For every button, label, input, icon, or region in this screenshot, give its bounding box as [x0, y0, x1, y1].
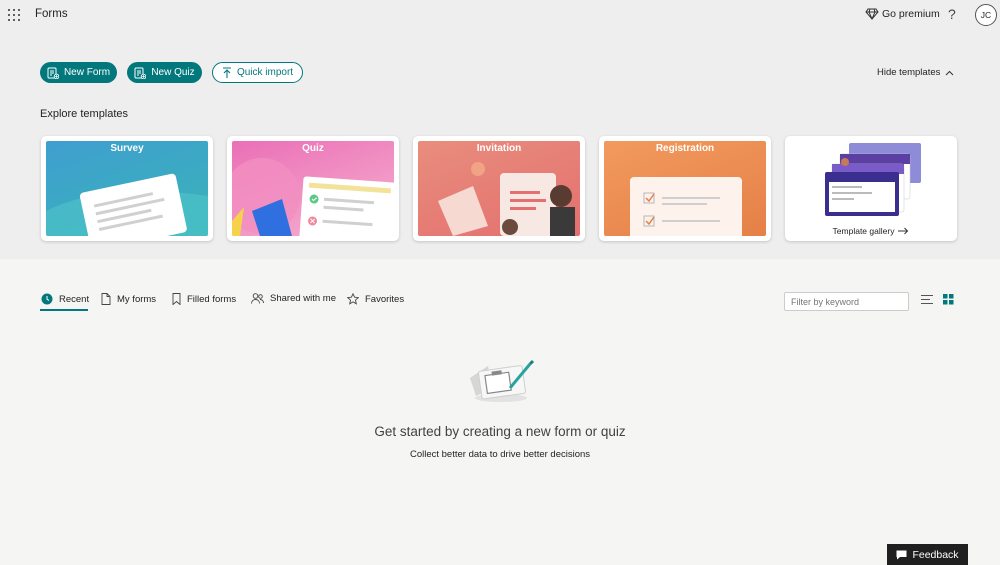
new-form-label: New Form [63, 67, 111, 78]
template-card-registration[interactable]: Registration [599, 136, 771, 241]
new-form-button[interactable]: New Form [40, 62, 117, 83]
template-gallery-illustration [825, 143, 921, 216]
tab-label: Shared with me [270, 293, 337, 304]
tab-label: Filled forms [187, 293, 237, 305]
explore-templates-heading: Explore templates [40, 108, 129, 120]
go-premium-button[interactable]: Go premium [865, 8, 940, 20]
template-card-label: Invitation [476, 143, 522, 154]
registration-illustration [604, 141, 766, 236]
tab-favorites[interactable]: Favorites [347, 293, 404, 305]
new-form-icon [47, 67, 59, 79]
template-gallery-card[interactable]: Template gallery [785, 136, 957, 241]
quick-import-label: Quick import [236, 67, 294, 78]
go-premium-label: Go premium [882, 8, 940, 20]
app-title: Forms [35, 8, 68, 20]
comment-icon [896, 550, 907, 559]
new-quiz-label: New Quiz [151, 67, 195, 78]
empty-state-subtitle: Collect better data to drive better deci… [409, 449, 591, 460]
selected-tab-indicator [40, 309, 88, 311]
new-quiz-icon [134, 67, 147, 79]
tab-label: My forms [117, 293, 157, 305]
feedback-label: Feedback [912, 548, 959, 561]
diamond-icon [865, 8, 879, 20]
document-icon [101, 293, 111, 305]
template-card-label: Survey [110, 143, 144, 154]
template-card-survey[interactable]: Survey [41, 136, 213, 241]
template-card-label: Registration [655, 143, 715, 154]
template-card-invitation[interactable]: Invitation [413, 136, 585, 241]
empty-state-title: Get started by creating a new form or qu… [374, 424, 626, 439]
invitation-illustration [418, 141, 580, 236]
survey-illustration [46, 141, 208, 236]
tab-recent[interactable]: Recent [41, 293, 89, 305]
people-icon [251, 293, 264, 304]
tab-label: Recent [59, 293, 90, 305]
list-view-icon[interactable] [921, 294, 933, 305]
tab-filled-forms[interactable]: Filled forms [172, 293, 236, 305]
quiz-illustration [232, 141, 394, 236]
app-header: Forms Go premium ? JC [0, 0, 1000, 32]
tab-my-forms[interactable]: My forms [101, 293, 156, 305]
star-icon [347, 293, 359, 305]
arrow-right-icon [898, 227, 909, 235]
new-quiz-button[interactable]: New Quiz [127, 62, 202, 83]
avatar[interactable]: JC [975, 4, 997, 26]
tab-shared-with-me[interactable]: Shared with me [251, 293, 336, 304]
tab-label: Favorites [365, 293, 405, 305]
filter-keyword-input[interactable] [784, 292, 909, 311]
grid-view-icon[interactable] [943, 294, 954, 305]
hide-templates-label: Hide templates [877, 67, 941, 78]
template-card-label: Quiz [302, 143, 324, 154]
clock-icon [41, 293, 53, 305]
chevron-up-icon [946, 70, 954, 75]
app-launcher-icon[interactable] [8, 9, 20, 21]
upload-icon [222, 66, 231, 78]
feedback-button[interactable]: Feedback [887, 544, 968, 565]
bookmark-icon [172, 293, 181, 305]
hide-templates-button[interactable]: Hide templates [877, 67, 954, 78]
quick-import-button[interactable]: Quick import [212, 62, 303, 83]
empty-state-illustration [470, 359, 535, 402]
template-gallery-label: Template gallery [832, 226, 895, 236]
templates-panel: Forms Go premium ? JC New Form New Quiz … [0, 0, 1000, 259]
template-card-quiz[interactable]: Quiz [227, 136, 399, 241]
help-button[interactable]: ? [948, 6, 956, 22]
template-gallery-link[interactable]: Template gallery [785, 226, 957, 236]
